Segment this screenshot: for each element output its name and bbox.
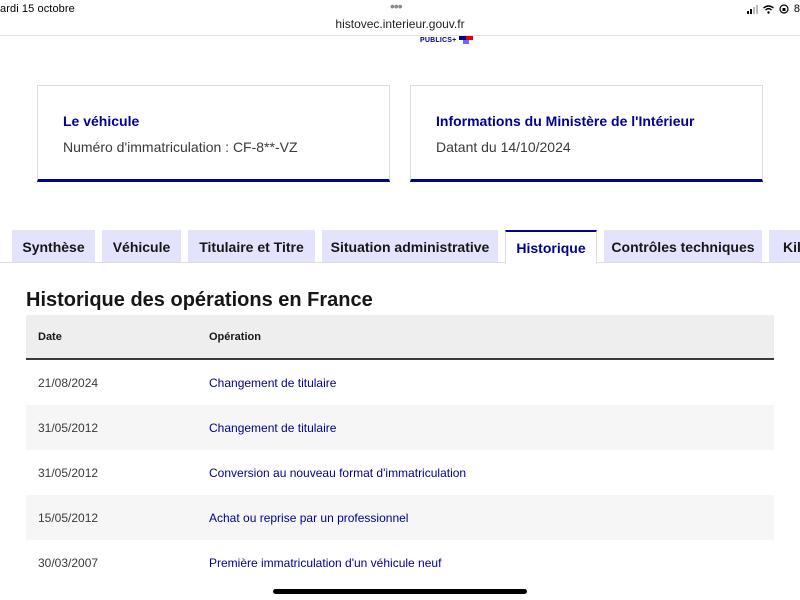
tab-vehicule[interactable]: Véhicule [102, 230, 181, 263]
row-operation: Achat ou reprise par un professionnel [209, 511, 409, 525]
ministry-card: Informations du Ministère de l'Intérieur… [410, 85, 763, 182]
table-row: 21/08/2024 Changement de titulaire [26, 360, 774, 405]
tab-historique[interactable]: Historique [505, 230, 597, 264]
more-dots-icon[interactable]: ••• [390, 0, 403, 13]
wifi-icon [762, 4, 774, 14]
tab-titulaire-titre[interactable]: Titulaire et Titre [188, 230, 315, 263]
row-date: 31/05/2012 [38, 421, 99, 435]
orientation-lock-icon [779, 4, 789, 14]
vehicle-card: Le véhicule Numéro d'immatriculation : C… [37, 85, 390, 182]
row-date: 31/05/2012 [38, 466, 99, 480]
signal-icon [746, 4, 758, 14]
tab-synthese[interactable]: Synthèse [12, 230, 95, 263]
ministry-card-title: Informations du Ministère de l'Intérieur [436, 113, 695, 129]
status-bar: ardi 15 octobre ••• histovec.interieur.g… [0, 0, 800, 36]
status-icons: 8 [746, 2, 800, 16]
vehicle-card-title: Le véhicule [63, 113, 140, 129]
data-date-text: Datant du 14/10/2024 [436, 139, 571, 155]
table-row: 15/05/2012 Achat ou reprise par un profe… [26, 495, 774, 540]
table-row: 31/05/2012 Changement de titulaire [26, 405, 774, 450]
column-header-operation: Opération [209, 331, 261, 343]
tab-situation-administrative[interactable]: Situation administrative [322, 230, 498, 263]
row-date: 30/03/2007 [38, 556, 99, 570]
history-title: Historique des opérations en France [26, 289, 373, 311]
table-header: Date Opération [26, 315, 774, 360]
logo-mark-icon [459, 36, 474, 44]
plate-number-text: Numéro d'immatriculation : CF-8**-VZ [63, 139, 298, 155]
row-operation: Changement de titulaire [209, 421, 337, 435]
row-date: 15/05/2012 [38, 511, 99, 525]
home-indicator[interactable] [273, 589, 527, 594]
tab-bar: Synthèse Véhicule Titulaire et Titre Sit… [0, 230, 800, 264]
address-bar-url[interactable]: histovec.interieur.gouv.fr [0, 17, 800, 31]
table-row: 30/03/2007 Première immatriculation d'un… [26, 540, 774, 585]
site-logo[interactable]: PUBLICS+ [420, 36, 474, 44]
logo-text: PUBLICS+ [420, 36, 457, 44]
tab-panel-border [0, 262, 800, 263]
row-operation: Changement de titulaire [209, 376, 337, 390]
column-header-date: Date [38, 331, 62, 343]
row-operation: Première immatriculation d'un véhicule n… [209, 556, 442, 570]
tab-kilometrage[interactable]: Kilo [769, 230, 800, 263]
battery-percent: 8 [793, 3, 800, 15]
tab-controles-techniques[interactable]: Contrôles techniques [604, 230, 762, 263]
status-date: ardi 15 octobre [0, 3, 75, 15]
history-table: Date Opération 21/08/2024 Changement de … [26, 315, 774, 585]
row-operation: Conversion au nouveau format d'immatricu… [209, 466, 467, 480]
row-date: 21/08/2024 [38, 376, 99, 390]
table-row: 31/05/2012 Conversion au nouveau format … [26, 450, 774, 495]
